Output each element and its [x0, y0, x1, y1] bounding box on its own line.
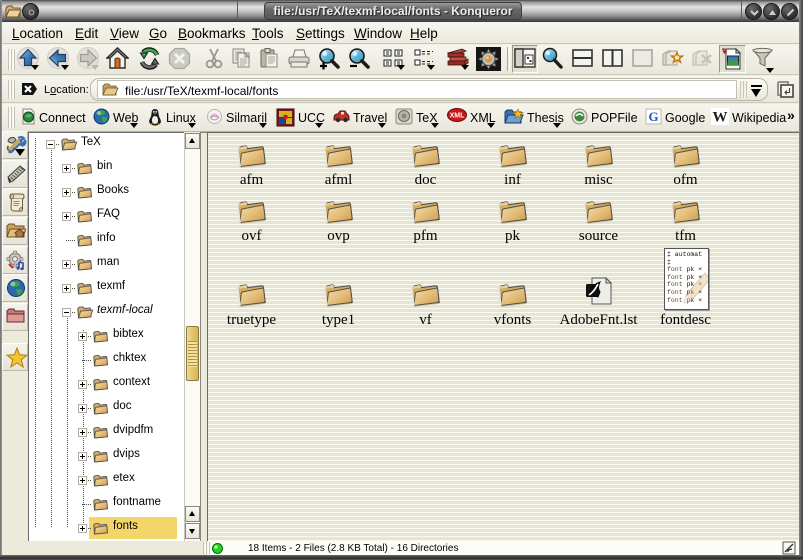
svg-text:G: G: [648, 109, 658, 124]
svg-text:W: W: [713, 110, 728, 126]
svg-text:XML: XML: [450, 113, 466, 120]
